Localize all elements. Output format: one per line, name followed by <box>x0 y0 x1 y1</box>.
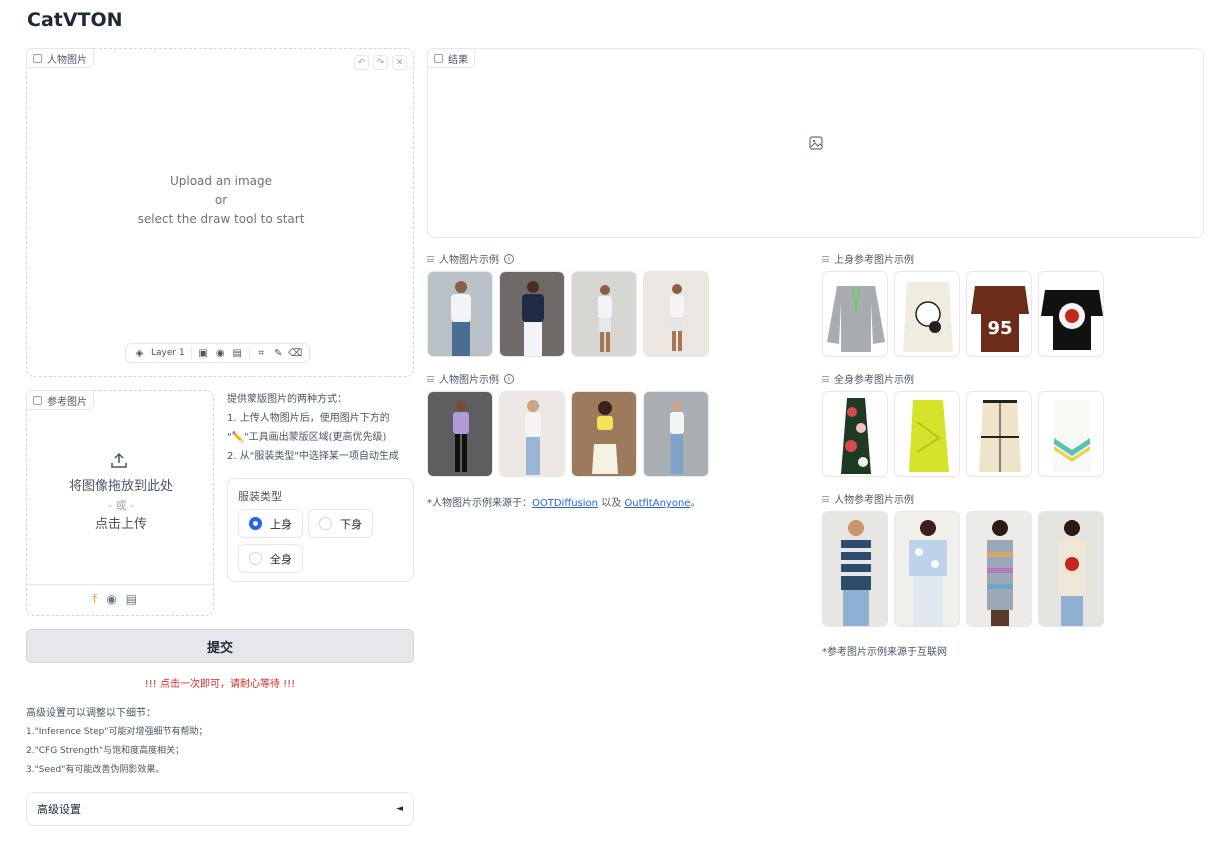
example-thumbnail[interactable] <box>499 271 565 357</box>
example-thumbnail[interactable] <box>571 271 637 357</box>
divider <box>27 584 213 585</box>
example-thumbnail[interactable] <box>894 271 960 357</box>
info-icon[interactable]: i <box>504 373 514 384</box>
advanced-notes: 高级设置可以调整以下细节： 1."Inference Step"可能对增强细节有… <box>26 708 208 775</box>
drop-text: 将图像拖放到此处 <box>68 479 173 494</box>
list-icon <box>427 375 434 382</box>
result-panel: 结果 <box>427 48 1204 238</box>
divider <box>248 347 250 359</box>
radio-dot <box>319 517 332 530</box>
collapse-arrow-icon: ◄ <box>396 804 403 814</box>
radio-overall[interactable]: 全身 <box>238 544 303 573</box>
image-upload-icon[interactable]: ▣ <box>198 348 209 359</box>
human-examples-label: 人物参考图片示例 <box>822 491 914 506</box>
editor-toolbar: ◈ Layer 1 ▣ ◉ ▤ ⌗ ✎ ⌫ <box>125 343 310 363</box>
clipboard-icon[interactable]: ▤ <box>126 592 137 607</box>
example-thumbnail[interactable] <box>1038 391 1104 477</box>
human-examples <box>822 511 1104 627</box>
list-icon <box>822 375 829 382</box>
upload-icon <box>111 452 127 468</box>
redo-icon[interactable]: ↷ <box>373 55 388 70</box>
layer-label[interactable]: Layer 1 <box>151 348 185 358</box>
example-thumbnail[interactable] <box>499 391 565 477</box>
person-examples-1-label: 人物图片示例 i <box>427 251 514 266</box>
person-examples-2 <box>427 391 709 477</box>
result-label: 结果 <box>427 48 475 68</box>
info-icon[interactable]: i <box>504 253 514 264</box>
submit-button[interactable]: 提交 <box>26 629 414 663</box>
outfitanyone-link[interactable]: OutfitAnyone <box>624 498 690 509</box>
app-title: CatVTON <box>27 9 123 31</box>
ootdiffusion-link[interactable]: OOTDiffusion <box>532 498 598 509</box>
clipboard-icon[interactable]: ▤ <box>232 348 243 359</box>
advanced-settings-label: 高级设置 <box>37 803 81 816</box>
reference-source-note: *参考图片示例来源于互联网 <box>822 647 947 658</box>
person-image-editor[interactable]: 人物图片 ↶ ↷ ✕ Upload an image or select the… <box>26 48 414 377</box>
example-thumbnail[interactable] <box>822 511 888 627</box>
person-source-note: *人物图片示例来源于：OOTDiffusion 以及 OutfitAnyone。 <box>427 498 701 509</box>
radio-lower[interactable]: 下身 <box>308 509 373 538</box>
crop-icon[interactable]: ⌗ <box>256 348 267 359</box>
radio-dot <box>249 552 262 565</box>
person-examples-2-label: 人物图片示例 i <box>427 371 514 386</box>
full-examples <box>822 391 1104 477</box>
full-examples-label: 全身参考图片示例 <box>822 371 914 386</box>
layers-icon[interactable]: ◈ <box>134 348 145 359</box>
list-icon <box>427 255 434 262</box>
example-thumbnail[interactable] <box>894 511 960 627</box>
example-thumbnail[interactable] <box>1038 511 1104 627</box>
undo-icon[interactable]: ↶ <box>354 55 369 70</box>
example-thumbnail[interactable]: 95 <box>966 271 1032 357</box>
cloth-type-group: 服装类型 上身 下身 全身 <box>227 478 414 582</box>
click-upload-text[interactable]: 点击上传 <box>27 515 215 534</box>
brush-icon[interactable]: ✎ <box>273 348 284 359</box>
example-thumbnail[interactable] <box>822 391 888 477</box>
list-icon <box>822 495 829 502</box>
upload-prompt[interactable]: Upload an image or select the draw tool … <box>27 172 415 229</box>
or-text: - 或 - <box>108 499 134 512</box>
webcam-icon[interactable]: ◉ <box>215 348 226 359</box>
upper-examples-label: 上身参考图片示例 <box>822 251 914 266</box>
radio-dot <box>249 517 262 530</box>
person-examples-1 <box>427 271 709 357</box>
eraser-icon[interactable]: ⌫ <box>288 348 302 359</box>
divider <box>190 347 192 359</box>
example-thumbnail[interactable] <box>894 391 960 477</box>
submit-warning: !!! 点击一次即可，请耐心等待 !!! <box>144 679 296 690</box>
example-thumbnail[interactable] <box>643 271 709 357</box>
example-thumbnail[interactable] <box>427 271 493 357</box>
image-icon <box>434 53 443 63</box>
example-thumbnail[interactable] <box>822 271 888 357</box>
reference-image-upload[interactable]: 参考图片 将图像拖放到此处 - 或 - 点击上传 ⤒ ◉ ▤ <box>26 390 214 616</box>
example-thumbnail[interactable] <box>1038 271 1104 357</box>
example-thumbnail[interactable] <box>966 391 1032 477</box>
cloth-type-label: 服装类型 <box>238 490 282 503</box>
radio-upper[interactable]: 上身 <box>238 509 303 538</box>
example-thumbnail[interactable] <box>427 391 493 477</box>
image-icon <box>33 53 42 63</box>
list-icon <box>822 255 829 262</box>
example-thumbnail[interactable] <box>966 511 1032 627</box>
advanced-settings-accordion[interactable]: 高级设置 ◄ <box>26 792 414 826</box>
webcam-icon[interactable]: ◉ <box>106 592 116 607</box>
person-image-label: 人物图片 <box>26 48 94 68</box>
reference-image-label: 参考图片 <box>26 390 94 410</box>
trash-icon[interactable]: ✕ <box>392 55 407 70</box>
mask-hint: 提供蒙版图片的两种方式： 1. 上传人物图片后，使用图片下方的 "✏️"工具画出… <box>227 394 399 462</box>
upload-source-icon[interactable]: ⤒ <box>92 592 97 607</box>
image-placeholder-icon <box>809 136 823 150</box>
example-thumbnail[interactable] <box>571 391 637 477</box>
image-icon <box>33 395 42 405</box>
upper-examples: 95 <box>822 271 1104 357</box>
svg-text:95: 95 <box>987 318 1012 339</box>
example-thumbnail[interactable] <box>643 391 709 477</box>
